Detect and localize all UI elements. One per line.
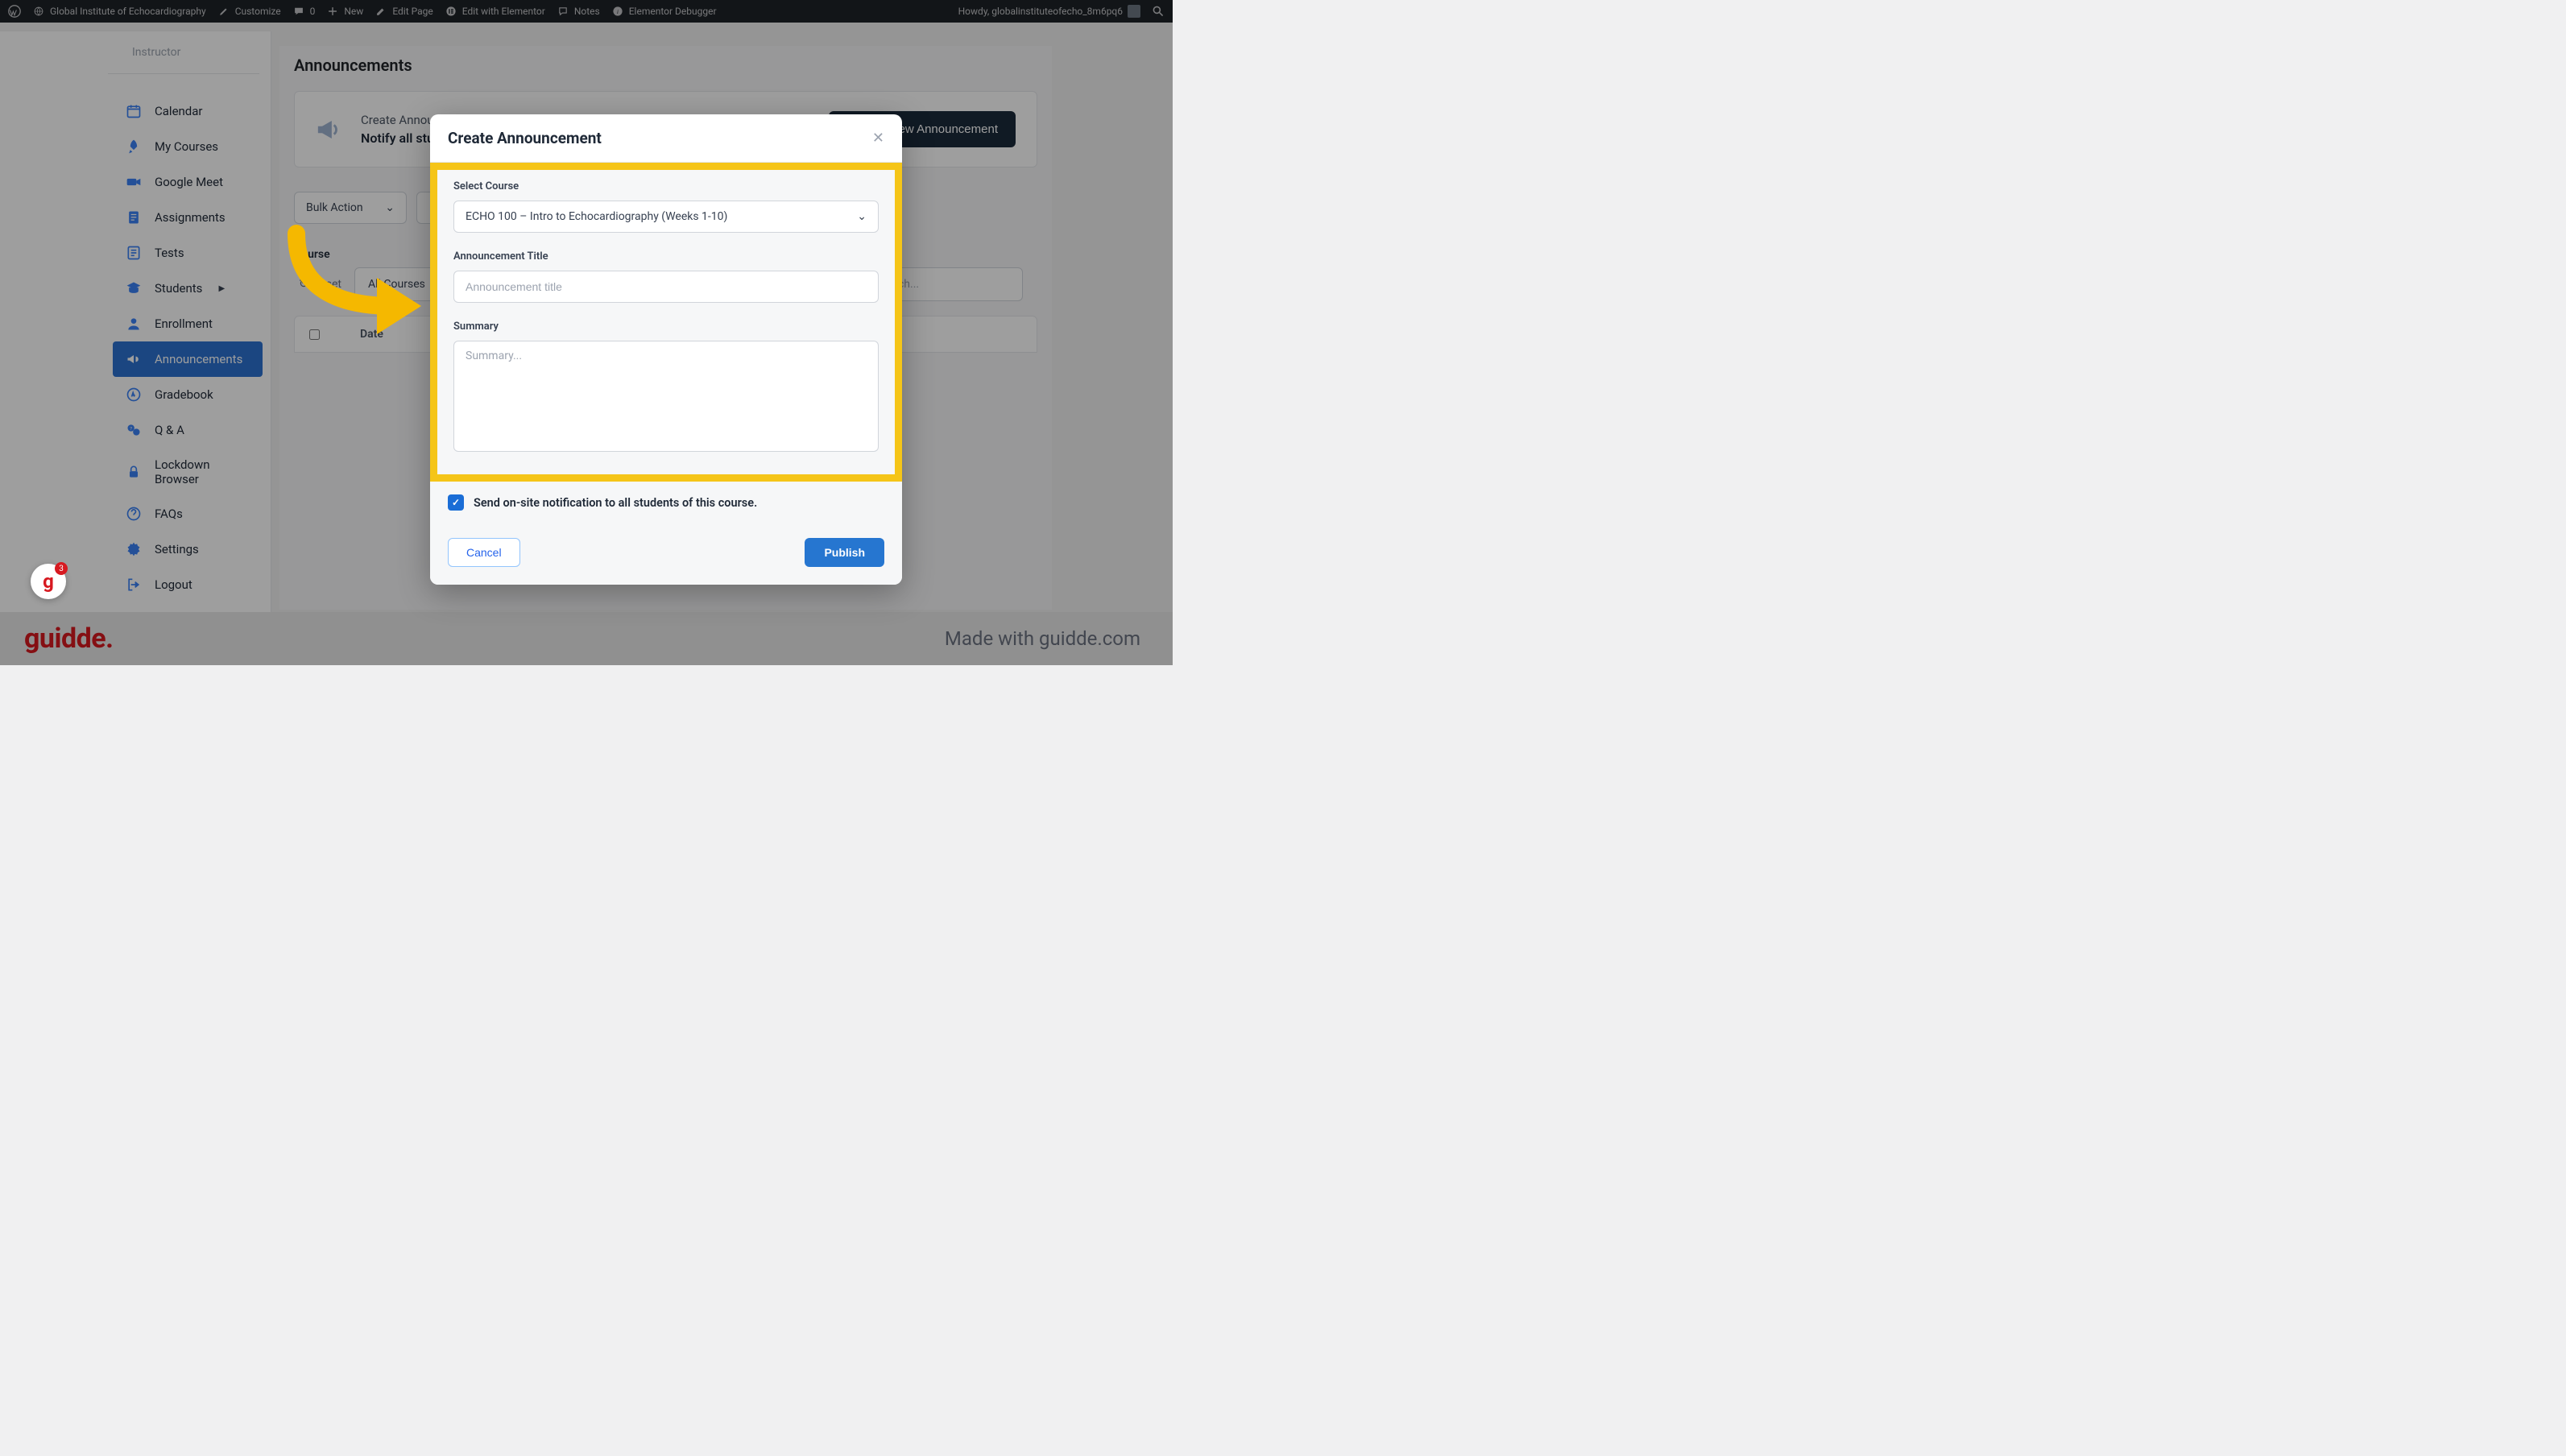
close-icon: ✕: [872, 130, 884, 146]
arrow-indicator: [280, 217, 433, 338]
check-icon: ✓: [452, 497, 460, 508]
guidde-badge-count: 3: [55, 562, 68, 575]
selected-course-text: ECHO 100 – Intro to Echocardiography (We…: [466, 210, 727, 223]
summary-label: Summary: [453, 321, 879, 333]
announcement-title-label: Announcement Title: [453, 250, 879, 263]
notify-checkbox[interactable]: ✓: [448, 494, 464, 511]
select-course-label: Select Course: [453, 180, 879, 192]
modal-title: Create Announcement: [448, 129, 602, 147]
highlighted-form-region: Select Course ECHO 100 – Intro to Echoca…: [430, 163, 902, 482]
notify-checkbox-row[interactable]: ✓ Send on-site notification to all stude…: [448, 494, 884, 511]
guidde-g-icon: g: [43, 570, 54, 593]
modal-close-button[interactable]: ✕: [872, 130, 884, 147]
summary-textarea[interactable]: [453, 341, 879, 452]
cancel-button[interactable]: Cancel: [448, 538, 520, 567]
guidde-badge[interactable]: g 3: [31, 564, 66, 599]
announcement-title-input[interactable]: [453, 271, 879, 303]
notify-check-label: Send on-site notification to all student…: [474, 496, 757, 510]
create-announcement-modal: Create Announcement ✕ Select Course ECHO…: [430, 114, 902, 585]
publish-button[interactable]: Publish: [805, 538, 884, 567]
chevron-down-icon: ⌄: [857, 210, 867, 223]
course-select[interactable]: ECHO 100 – Intro to Echocardiography (We…: [453, 201, 879, 233]
